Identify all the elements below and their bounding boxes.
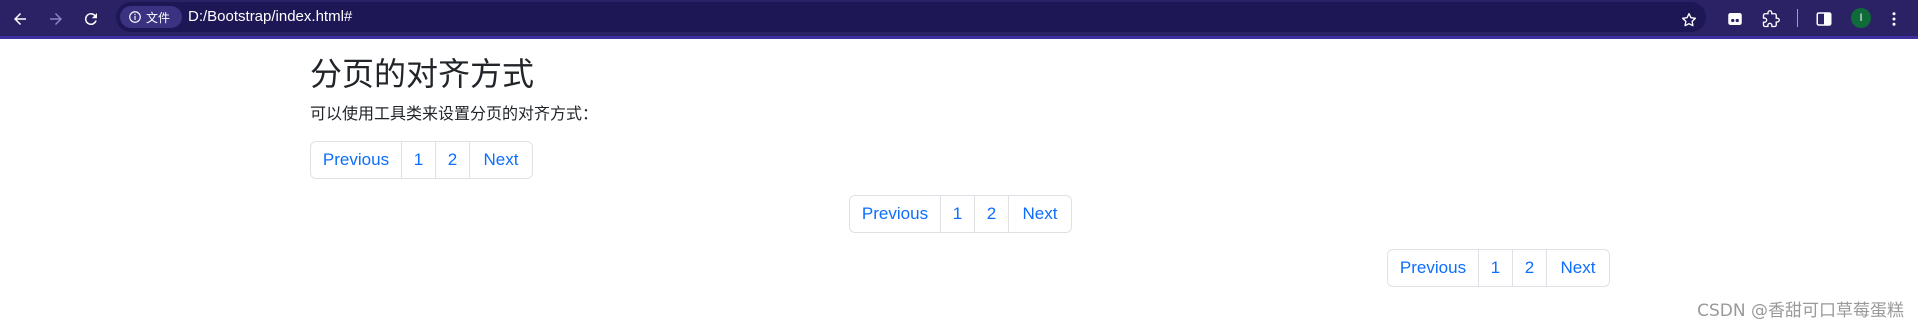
toolbar-divider [1797, 9, 1798, 27]
address-bar[interactable]: 文件 D:/Bootstrap/index.html# [116, 2, 1706, 32]
page-2-link[interactable]: 2 [975, 196, 1009, 232]
side-panel-icon [1816, 12, 1832, 26]
site-info-chip[interactable]: 文件 [120, 6, 182, 28]
previous-link[interactable]: Previous [1388, 250, 1479, 286]
star-icon [1681, 12, 1697, 27]
arrow-left-icon [14, 13, 26, 25]
browser-toolbar: 文件 D:/Bootstrap/index.html# I [0, 0, 1918, 39]
profile-avatar[interactable]: I [1851, 8, 1871, 28]
pagination-start: Previous 1 2 Next [310, 141, 533, 179]
back-button[interactable] [7, 6, 33, 32]
page-1-link[interactable]: 1 [402, 142, 436, 178]
next-link[interactable]: Next [1547, 250, 1609, 286]
more-vertical-icon [1892, 12, 1896, 26]
previous-link[interactable]: Previous [850, 196, 941, 232]
side-panel-button[interactable] [1811, 6, 1837, 32]
page-title: 分页的对齐方式 [310, 55, 535, 93]
puzzle-icon [1762, 10, 1780, 28]
reload-button[interactable] [78, 6, 104, 32]
page-description: 可以使用工具类来设置分页的对齐方式： [310, 104, 599, 123]
reload-icon [84, 13, 97, 26]
page-1-link[interactable]: 1 [941, 196, 975, 232]
url-text[interactable]: D:/Bootstrap/index.html# [188, 8, 352, 26]
extension-button[interactable] [1722, 6, 1748, 32]
bookmark-button[interactable] [1676, 7, 1702, 33]
page-1-link[interactable]: 1 [1479, 250, 1513, 286]
pagination-end: Previous 1 2 Next [1387, 249, 1610, 287]
site-info-label: 文件 [146, 10, 171, 25]
page-2-link[interactable]: 2 [1513, 250, 1547, 286]
forward-button[interactable] [43, 6, 69, 32]
arrow-right-icon [50, 13, 62, 25]
browser-menu-button[interactable] [1881, 6, 1907, 32]
csdn-watermark: CSDN @香甜可口草莓蛋糕 [1697, 301, 1904, 321]
extensions-button[interactable] [1758, 6, 1784, 32]
next-link[interactable]: Next [1009, 196, 1071, 232]
next-link[interactable]: Next [470, 142, 532, 178]
pagination-center: Previous 1 2 Next [849, 195, 1072, 233]
extension-badge-icon [1728, 13, 1742, 25]
info-icon [129, 11, 141, 23]
previous-link[interactable]: Previous [311, 142, 402, 178]
page-2-link[interactable]: 2 [436, 142, 470, 178]
